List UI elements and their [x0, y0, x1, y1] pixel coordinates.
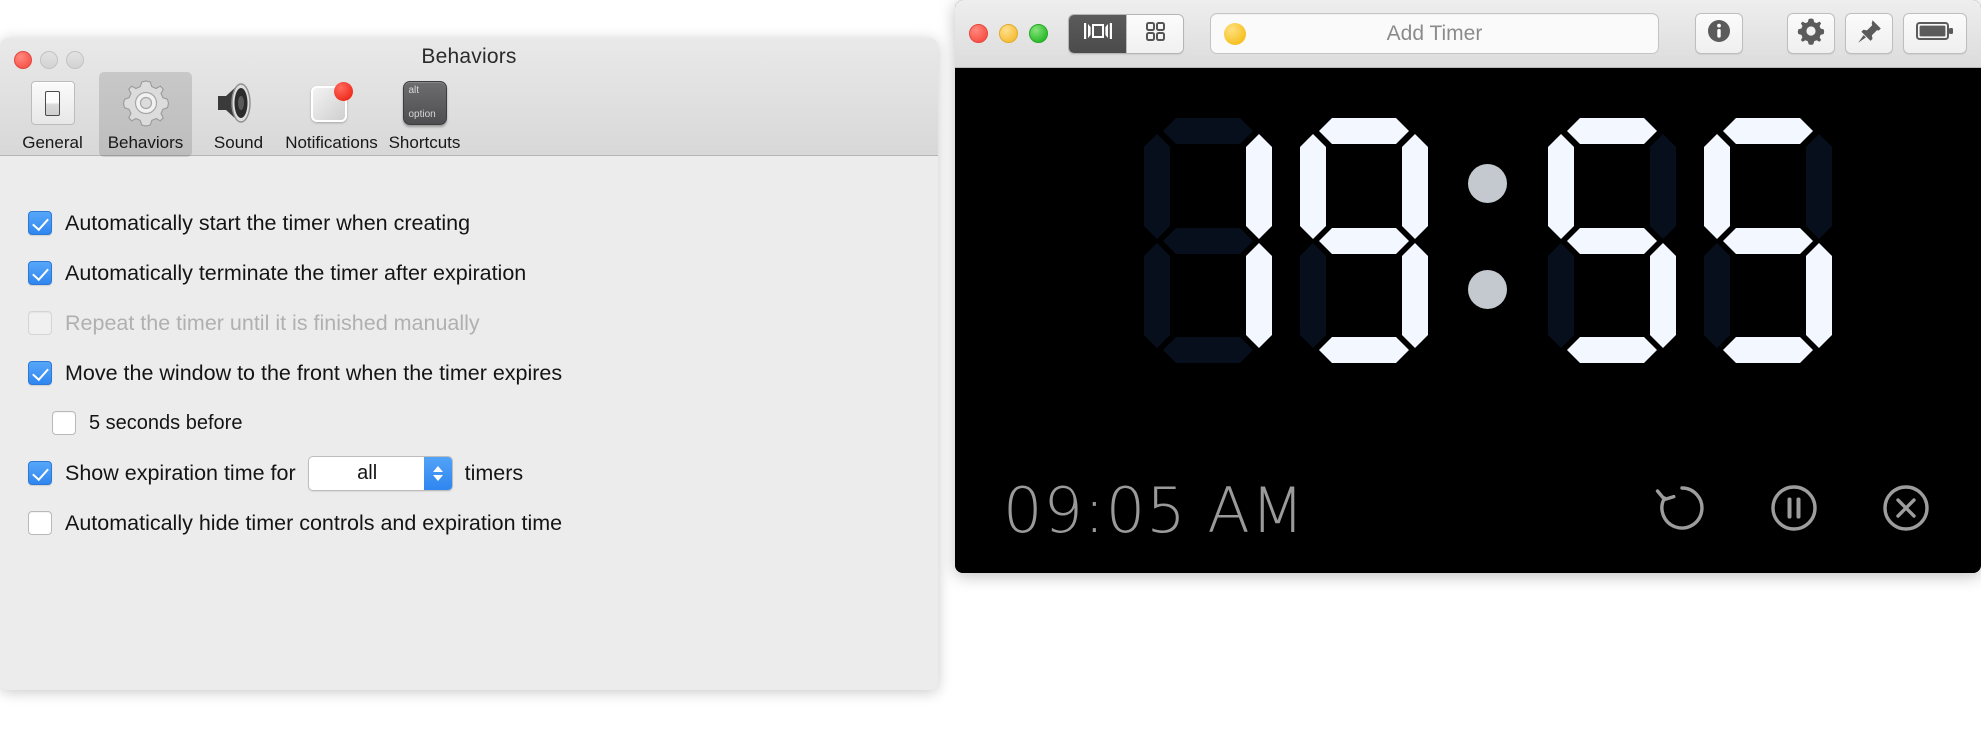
preferences-body: Automatically start the timer when creat… — [0, 156, 938, 690]
pin-button[interactable] — [1845, 13, 1893, 54]
timer-minimize-button[interactable] — [999, 24, 1018, 43]
seven-segment-display — [995, 118, 1981, 363]
preferences-window: Behaviors General Behaviors Sound Notifi… — [0, 38, 938, 690]
expiration-scope-select[interactable]: all — [307, 455, 453, 491]
key-top-label: alt — [408, 85, 420, 96]
grid-icon — [1144, 20, 1166, 47]
pause-icon — [1765, 479, 1823, 542]
option-row-show-expiration[interactable]: Show expiration time for all timers — [28, 448, 938, 498]
info-icon — [1706, 18, 1732, 49]
reset-arrow-icon — [1653, 479, 1711, 542]
checkbox-repeat — [28, 311, 52, 335]
gear-icon — [1797, 17, 1825, 50]
screen: Behaviors General Behaviors Sound Notifi… — [0, 0, 1981, 729]
single-view-mode-button[interactable] — [1069, 14, 1126, 53]
option-label: Repeat the timer until it is finished ma… — [65, 310, 480, 335]
timer-controls — [1651, 479, 1937, 541]
digit-seconds-tens — [1548, 118, 1676, 363]
toolbar-item-label: Behaviors — [107, 133, 184, 152]
option-row-repeat: Repeat the timer until it is finished ma… — [28, 298, 938, 348]
option-label: Move the window to the front when the ti… — [65, 360, 563, 385]
option-row-auto-terminate[interactable]: Automatically terminate the timer after … — [28, 248, 938, 298]
option-label-before: Show expiration time for — [65, 460, 296, 485]
toolbar-item-label: Notifications — [285, 133, 378, 152]
key-bottom-label: option — [408, 109, 436, 120]
toolbar-item-label: Shortcuts — [388, 133, 461, 152]
checkbox-auto-hide-controls[interactable] — [28, 511, 52, 535]
chevron-up-icon — [432, 465, 443, 472]
timer-window: Add Timer 09:05 AM — [955, 0, 1981, 573]
timer-window-controls — [969, 24, 1048, 43]
option-row-move-window-front[interactable]: Move the window to the front when the ti… — [28, 348, 938, 398]
toolbar-item-notifications[interactable]: Notifications — [285, 72, 378, 157]
digit-seconds-ones — [1704, 118, 1832, 363]
settings-button[interactable] — [1787, 13, 1835, 54]
battery-button[interactable] — [1903, 13, 1967, 54]
option-label: Automatically terminate the timer after … — [65, 260, 527, 285]
toolbar-item-label: Sound — [213, 133, 264, 152]
view-mode-segmented-control[interactable] — [1068, 13, 1184, 54]
option-row-auto-hide-controls[interactable]: Automatically hide timer controls and ex… — [28, 498, 938, 548]
checkbox-auto-start[interactable] — [28, 211, 52, 235]
add-timer-field[interactable]: Add Timer — [1210, 13, 1659, 54]
colon-separator — [1442, 118, 1534, 363]
toolbar-item-general[interactable]: General — [6, 72, 99, 157]
timer-display-area: 09:05 AM — [955, 68, 1981, 573]
notification-badge-icon — [306, 78, 358, 128]
option-row-auto-start[interactable]: Automatically start the timer when creat… — [28, 198, 938, 248]
single-window-icon — [1083, 20, 1113, 47]
keyboard-key-icon: alt option — [399, 78, 451, 128]
option-label: 5 seconds before — [89, 411, 243, 434]
timer-zoom-button[interactable] — [1029, 24, 1048, 43]
light-switch-icon — [27, 78, 79, 128]
chevron-down-icon — [432, 474, 443, 481]
toolbar-item-behaviors[interactable]: Behaviors — [99, 72, 192, 157]
checkbox-auto-terminate[interactable] — [28, 261, 52, 285]
preferences-titlebar: Behaviors General Behaviors Sound Notifi… — [0, 38, 938, 157]
option-row-seconds-before[interactable]: 5 seconds before — [28, 398, 938, 448]
checkbox-show-expiration[interactable] — [28, 461, 52, 485]
timer-close-button[interactable] — [969, 24, 988, 43]
toolbar-item-sound[interactable]: Sound — [192, 72, 285, 157]
checkbox-move-window-front[interactable] — [28, 361, 52, 385]
digit-minutes-tens — [1144, 118, 1272, 363]
option-label-after: timers — [464, 460, 524, 485]
digit-minutes-ones — [1300, 118, 1428, 363]
reset-button[interactable] — [1651, 479, 1713, 541]
pause-button[interactable] — [1763, 479, 1825, 541]
info-button[interactable] — [1695, 13, 1743, 54]
close-circle-icon — [1877, 479, 1935, 542]
stepper-arrows[interactable] — [423, 456, 452, 490]
gear-icon — [120, 78, 172, 128]
pin-icon — [1856, 18, 1883, 50]
grid-view-mode-button[interactable] — [1126, 14, 1183, 53]
battery-icon — [1916, 20, 1954, 47]
add-timer-placeholder: Add Timer — [1386, 21, 1483, 45]
toolbar-item-shortcuts[interactable]: alt option Shortcuts — [378, 72, 471, 157]
toolbar-item-label: General — [22, 133, 83, 152]
close-timer-button[interactable] — [1875, 479, 1937, 541]
option-label: Automatically hide timer controls and ex… — [65, 510, 563, 535]
option-label: Automatically start the timer when creat… — [65, 210, 471, 235]
timer-toolbar: Add Timer — [955, 0, 1981, 68]
window-title: Behaviors — [421, 45, 517, 68]
speaker-icon — [213, 78, 265, 128]
checkbox-seconds-before[interactable] — [52, 411, 76, 435]
expiration-clock-time: 09:05 AM — [1003, 474, 1306, 547]
preferences-toolbar: General Behaviors Sound Notifications al… — [6, 72, 471, 157]
